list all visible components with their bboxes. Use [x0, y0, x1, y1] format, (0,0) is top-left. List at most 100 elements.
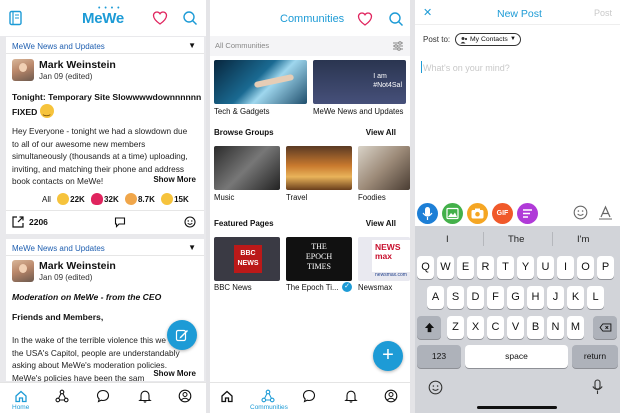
text-format-icon[interactable] — [598, 205, 613, 220]
featured-bbc-thumbnail[interactable]: BBC NEWS — [214, 237, 280, 281]
key[interactable]: B — [527, 316, 544, 339]
key[interactable]: K — [567, 286, 584, 309]
avatar[interactable] — [12, 59, 34, 81]
bell-icon[interactable] — [344, 389, 358, 403]
space-key[interactable]: space — [465, 345, 568, 368]
key[interactable]: A — [427, 286, 444, 309]
comment-icon[interactable] — [114, 216, 126, 228]
home-icon[interactable] — [14, 389, 28, 403]
key[interactable]: R — [477, 256, 494, 279]
heart-icon[interactable] — [357, 11, 373, 27]
communities-icon[interactable] — [55, 389, 69, 403]
featured-label[interactable]: Newsmax — [358, 283, 392, 292]
reactions-all-label[interactable]: All — [42, 195, 51, 204]
browse-label[interactable]: Foodies — [358, 193, 386, 202]
show-more-link[interactable]: Show More — [150, 369, 196, 378]
group-label[interactable]: MeWe News and Updates — [313, 107, 403, 116]
microphone-icon[interactable] — [591, 379, 604, 395]
group-mewe-news-thumbnail[interactable]: I am #Not4Sal — [313, 60, 406, 104]
key[interactable]: U — [537, 256, 554, 279]
search-icon[interactable] — [388, 11, 404, 27]
key[interactable]: S — [447, 286, 464, 309]
key[interactable]: P — [597, 256, 614, 279]
heart-icon[interactable] — [152, 10, 168, 26]
browse-label[interactable]: Travel — [286, 193, 307, 202]
key[interactable]: Z — [447, 316, 464, 339]
numbers-key[interactable]: 123 — [417, 345, 461, 368]
key[interactable]: M — [567, 316, 584, 339]
featured-label[interactable]: BBC News — [214, 283, 252, 292]
post-text-input[interactable]: What's on your mind? — [423, 63, 510, 73]
gif-icon[interactable]: GIF — [492, 203, 513, 224]
featured-epoch-thumbnail[interactable]: THE EPOCH TIMES — [286, 237, 352, 281]
communities-icon[interactable] — [261, 389, 275, 403]
post-menu-caret-icon[interactable]: ▼ — [188, 41, 196, 50]
community-filter[interactable]: All Communities — [210, 36, 410, 56]
suggestion-item[interactable]: The — [508, 234, 524, 245]
key[interactable]: H — [527, 286, 544, 309]
post-menu-caret-icon[interactable]: ▼ — [188, 243, 196, 252]
return-key[interactable]: return — [572, 345, 618, 368]
search-icon[interactable] — [182, 10, 198, 26]
key[interactable]: C — [487, 316, 504, 339]
filter-sliders-icon[interactable] — [392, 40, 404, 52]
suggestion-item[interactable]: I — [446, 234, 449, 245]
featured-view-all-link[interactable]: View All — [366, 219, 396, 228]
compose-post-button[interactable] — [167, 320, 197, 350]
key[interactable]: T — [497, 256, 514, 279]
home-icon[interactable] — [220, 389, 234, 403]
post-author[interactable]: Mark Weinstein — [39, 260, 116, 272]
key[interactable]: J — [547, 286, 564, 309]
key[interactable]: D — [467, 286, 484, 309]
emoji-icon[interactable] — [573, 205, 588, 220]
audience-select[interactable]: My Contacts ▼ — [455, 33, 521, 46]
key[interactable]: N — [547, 316, 564, 339]
browse-foodies-thumbnail[interactable] — [358, 146, 410, 190]
post-group-name[interactable]: MeWe News and Updates — [12, 42, 105, 51]
add-community-button[interactable]: + — [373, 341, 403, 371]
key[interactable]: O — [577, 256, 594, 279]
key[interactable]: W — [437, 256, 454, 279]
book-icon[interactable] — [8, 10, 24, 26]
profile-icon[interactable] — [178, 389, 192, 403]
browse-view-all-link[interactable]: View All — [366, 128, 396, 137]
key[interactable]: F — [487, 286, 504, 309]
shift-key[interactable] — [417, 316, 441, 339]
show-more-link[interactable]: Show More — [150, 175, 196, 184]
key[interactable]: L — [587, 286, 604, 309]
bell-icon[interactable] — [138, 389, 152, 403]
avatar[interactable] — [12, 260, 34, 282]
key[interactable]: Q — [417, 256, 434, 279]
image-icon[interactable] — [442, 203, 463, 224]
key[interactable]: V — [507, 316, 524, 339]
profile-icon[interactable] — [384, 389, 398, 403]
featured-label[interactable]: The Epoch Ti... — [286, 283, 338, 292]
browse-music-thumbnail[interactable] — [214, 146, 280, 190]
group-label[interactable]: Tech & Gadgets — [214, 107, 269, 116]
poll-icon[interactable] — [517, 203, 538, 224]
share-icon[interactable] — [12, 216, 24, 228]
chat-icon[interactable] — [96, 389, 110, 403]
emoji-reaction-icon[interactable] — [184, 216, 196, 228]
backspace-key[interactable] — [593, 316, 617, 339]
suggestion-item[interactable]: I'm — [577, 234, 589, 245]
post-group-name[interactable]: MeWe News and Updates — [12, 244, 105, 253]
post-button[interactable]: Post — [594, 8, 612, 18]
emoji-keyboard-icon[interactable] — [428, 380, 443, 395]
microphone-icon[interactable] — [417, 203, 438, 224]
key[interactable]: Y — [517, 256, 534, 279]
group-tech-gadgets-thumbnail[interactable] — [214, 60, 307, 104]
close-icon[interactable]: ✕ — [423, 6, 432, 19]
camera-icon[interactable] — [467, 203, 488, 224]
key[interactable]: E — [457, 256, 474, 279]
browse-label[interactable]: Music — [214, 193, 234, 202]
featured-newsmax-thumbnail[interactable]: NEWS max newsmax.com — [358, 237, 410, 281]
reactions-bar[interactable]: All 22K 32K 8.7K 15K — [42, 193, 193, 205]
key[interactable]: G — [507, 286, 524, 309]
tab-communities-label[interactable]: Communities — [250, 404, 288, 411]
chat-icon[interactable] — [302, 389, 316, 403]
browse-travel-thumbnail[interactable] — [286, 146, 352, 190]
key[interactable]: X — [467, 316, 484, 339]
post-author[interactable]: Mark Weinstein — [39, 59, 116, 71]
key[interactable]: I — [557, 256, 574, 279]
